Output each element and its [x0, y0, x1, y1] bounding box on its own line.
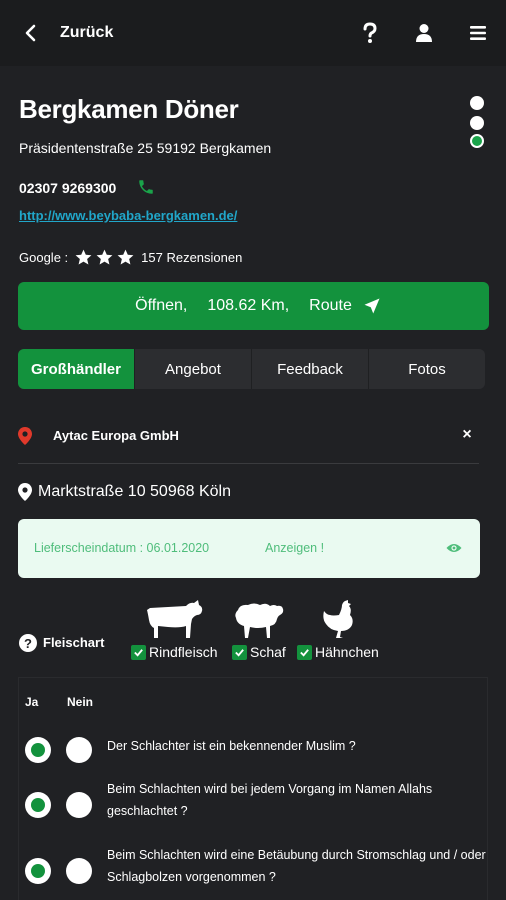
meat-option-rindfleisch[interactable]: Rindfleisch: [131, 644, 217, 660]
radio-no-q1[interactable]: [66, 737, 92, 763]
status-light-top: [470, 96, 484, 110]
user-icon: [416, 24, 432, 42]
radio-yes-q3[interactable]: [25, 858, 51, 884]
checkbox-icon[interactable]: [297, 644, 312, 660]
sheep-icon: [232, 600, 284, 640]
cow-icon: [146, 598, 204, 640]
navigation-arrow-icon: [364, 298, 380, 314]
profile-button[interactable]: [411, 20, 437, 46]
close-icon[interactable]: ×: [459, 426, 475, 443]
radio-no-q3[interactable]: [66, 858, 92, 884]
google-rating: Google : 157 Rezensionen: [19, 248, 242, 267]
meat-option-label: Rindfleisch: [149, 644, 218, 660]
tab-bar: Großhändler Angebot Feedback Fotos: [18, 349, 485, 389]
restaurant-name: Bergkamen Döner: [19, 94, 239, 124]
route-open-label: Öffnen,: [135, 297, 188, 314]
meat-type-label: Fleischart: [43, 635, 105, 650]
question-text: Beim Schlachten wird eine Betäubung durc…: [107, 848, 486, 884]
tab-fotos[interactable]: Fotos: [369, 349, 485, 389]
star-icon: [75, 249, 92, 265]
restaurant-website[interactable]: http://www.beybaba-bergkamen.de/: [19, 208, 237, 223]
phone-icon[interactable]: [137, 178, 155, 196]
meat-option-label: Schaf: [250, 644, 286, 660]
no-column-header: Nein: [67, 695, 94, 709]
menu-button[interactable]: [465, 20, 491, 46]
radio-yes-q1[interactable]: [25, 737, 51, 763]
status-indicator: [464, 92, 490, 152]
help-button[interactable]: [357, 20, 383, 46]
yes-column-header: Ja: [25, 695, 39, 709]
route-label: Route: [309, 297, 352, 314]
back-button[interactable]: Zurück: [18, 20, 113, 46]
star-icon: [117, 249, 134, 265]
back-label: Zurück: [60, 24, 114, 41]
rating-stars: [74, 248, 137, 267]
question-text: Beim Schlachten wird bei jedem Vorgang i…: [107, 782, 433, 818]
star-icon: [96, 249, 113, 265]
supplier-address: Marktstraße 10 50968 Köln: [38, 483, 231, 500]
radio-yes-q2[interactable]: [25, 792, 51, 818]
route-button[interactable]: Öffnen, 108.62 Km, Route: [18, 282, 489, 330]
help-icon[interactable]: ?: [19, 634, 37, 652]
divider: [18, 463, 479, 464]
meat-option-label: Hähnchen: [315, 644, 379, 660]
review-count: 157 Rezensionen: [141, 250, 243, 265]
chicken-icon: [321, 599, 357, 639]
route-distance: 108.62 Km,: [207, 297, 290, 314]
tab-grosshaendler[interactable]: Großhändler: [18, 349, 135, 389]
status-light-middle: [470, 116, 484, 130]
question-text: Der Schlachter ist ein bekennender Musli…: [107, 739, 356, 753]
meat-option-haehnchen[interactable]: Hähnchen: [297, 644, 379, 660]
radio-no-q2[interactable]: [66, 792, 92, 818]
meat-option-schaf[interactable]: Schaf: [232, 644, 286, 660]
show-link[interactable]: Anzeigen !: [265, 541, 324, 555]
question-icon: [363, 22, 377, 43]
supplier-address-row: Marktstraße 10 50968 Köln: [18, 483, 231, 501]
chevron-left-icon: [25, 24, 36, 42]
map-pin-icon: [18, 427, 32, 445]
tab-angebot[interactable]: Angebot: [135, 349, 252, 389]
supplier-row: Aytac Europa GmbH ×: [18, 425, 479, 449]
tab-feedback[interactable]: Feedback: [252, 349, 369, 389]
delivery-date: Lieferscheindatum : 06.01.2020: [34, 541, 210, 555]
checkbox-icon[interactable]: [232, 644, 247, 660]
google-label: Google :: [19, 250, 69, 265]
supplier-name: Aytac Europa GmbH: [53, 428, 179, 443]
location-pin-icon: [18, 483, 32, 501]
status-light-bottom: [470, 134, 484, 148]
eye-icon[interactable]: [446, 541, 462, 555]
checkbox-icon[interactable]: [131, 644, 146, 660]
top-bar: Zurück: [0, 0, 506, 66]
menu-icon: [470, 26, 486, 40]
restaurant-address: Präsidentenstraße 25 59192 Bergkamen: [19, 140, 272, 156]
restaurant-phone[interactable]: 02307 9269300: [19, 180, 116, 196]
delivery-note-notice: Lieferscheindatum : 06.01.2020 Anzeigen …: [18, 519, 480, 578]
